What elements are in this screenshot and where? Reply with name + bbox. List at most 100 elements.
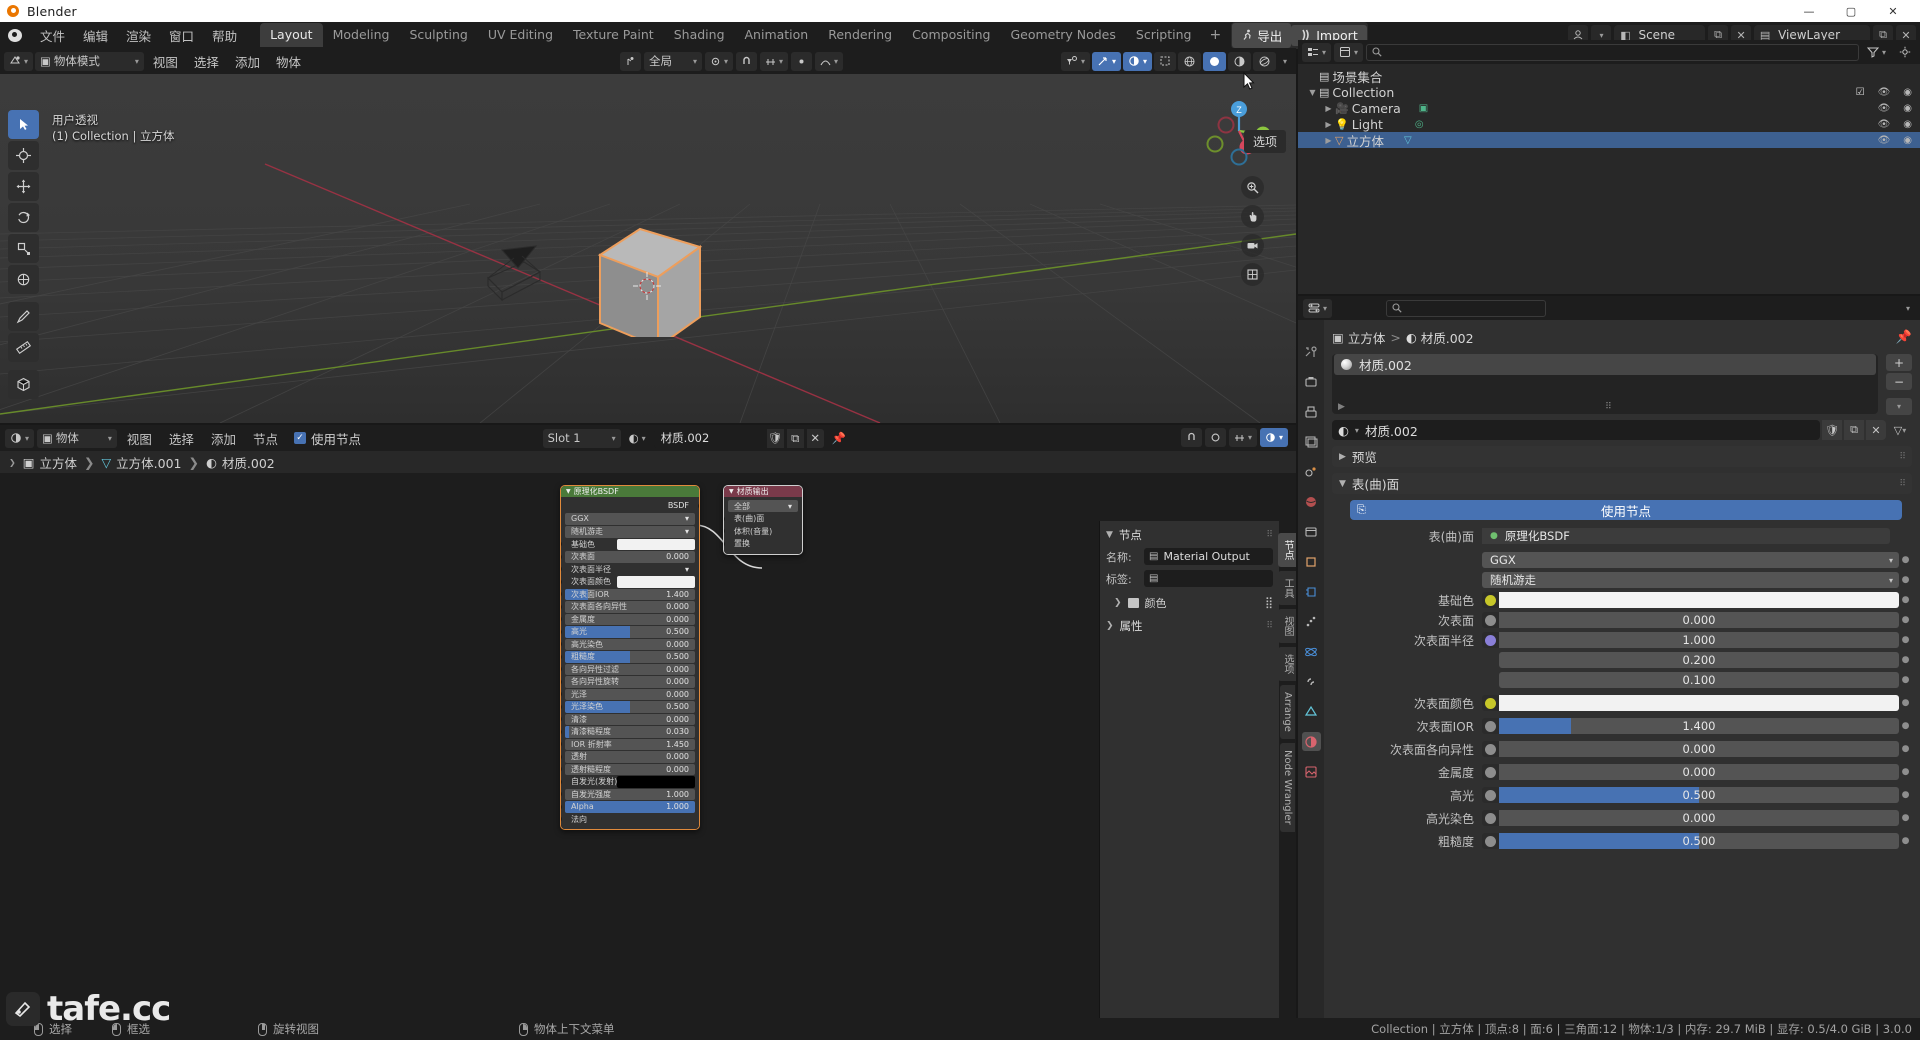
node-row-transmission-roughness[interactable]: 透射糙程度 0.000	[561, 763, 695, 775]
shading-rendered-button[interactable]	[1252, 51, 1276, 71]
node-row-ior[interactable]: IOR 折射率 1.450	[561, 738, 695, 750]
node-row-normal[interactable]: 法向	[561, 814, 695, 826]
node-row-subsurface-color[interactable]: 次表面颜色	[561, 576, 695, 588]
proportional-falloff-button[interactable]: ▾	[815, 51, 844, 71]
tool-cursor[interactable]	[8, 141, 39, 170]
tab-output[interactable]	[1302, 402, 1321, 421]
subsurface-color-swatch[interactable]	[1499, 695, 1899, 711]
panel-grip-icon[interactable]: ⠿	[1899, 479, 1906, 489]
subsurface-radius-x-field[interactable]: 1.000	[1499, 632, 1899, 648]
input-socket[interactable]	[561, 766, 562, 772]
editor-type-button-shader[interactable]: ▾	[5, 428, 35, 448]
node-row-sheen[interactable]: 光泽 0.000	[561, 688, 695, 700]
animate-decorator[interactable]: ●	[1899, 655, 1912, 665]
output-socket[interactable]	[698, 502, 699, 509]
animate-decorator[interactable]: ●	[1899, 675, 1912, 685]
menu-edit[interactable]: 编辑	[74, 24, 117, 47]
node-row-specular-tint[interactable]: 高光染色 0.000	[561, 638, 695, 650]
tab-scripting[interactable]: Scripting	[1126, 23, 1202, 47]
window-maximize-button[interactable]: ▢	[1830, 0, 1872, 22]
side-tab-node-wrangler[interactable]: Node Wrangler	[1280, 742, 1295, 832]
node-row-anisotropic-rotation[interactable]: 各向异性旋转 0.000	[561, 676, 695, 688]
input-socket[interactable]	[561, 641, 562, 647]
outliner-row-light[interactable]: ▶ 💡 Light ◎ 👁 ◉	[1298, 116, 1920, 132]
editor-type-button-outliner[interactable]: ▾	[1302, 42, 1332, 62]
input-socket[interactable]	[561, 816, 562, 822]
input-socket[interactable]	[561, 566, 562, 572]
input-socket[interactable]	[724, 528, 725, 534]
subsurface-radius-y-field[interactable]: 0.200	[1499, 652, 1899, 668]
material-browse-icon[interactable]: ◐ ▾	[624, 429, 651, 448]
slot-grip-icon[interactable]: ⠿	[1605, 402, 1612, 412]
outliner-display-mode[interactable]: ▾	[1334, 42, 1364, 62]
socket-indicator[interactable]	[1482, 764, 1499, 780]
outliner-expander[interactable]: ▶	[1322, 136, 1335, 145]
unlink-material-button[interactable]: ✕	[1866, 420, 1886, 440]
tab-collection[interactable]	[1302, 522, 1321, 541]
node-row-subsurface-anisotropy[interactable]: 次表面各向异性 0.000	[561, 601, 695, 613]
panel-surface[interactable]: ▼ 表(曲)面 ⠿	[1332, 473, 1912, 494]
add-material-slot-button[interactable]: +	[1886, 354, 1912, 371]
tool-rotate[interactable]	[8, 203, 39, 232]
camera-icon[interactable]: ◉	[1903, 119, 1912, 130]
panel-preview[interactable]: ▶ 预览 ⠿	[1332, 446, 1912, 467]
animate-decorator[interactable]: ●	[1899, 744, 1912, 754]
socket-indicator[interactable]	[1482, 741, 1499, 757]
shader-menu-node[interactable]: 节点	[246, 429, 285, 448]
tab-world[interactable]	[1302, 492, 1321, 511]
camera-icon[interactable]: ◉	[1903, 103, 1912, 114]
tab-geometry-nodes[interactable]: Geometry Nodes	[1000, 23, 1125, 47]
tool-select-box[interactable]	[8, 110, 39, 139]
roughness-field[interactable]: 0.500	[1499, 833, 1899, 849]
breadcrumb-mesh[interactable]: ▽ 立方体.001	[102, 453, 182, 472]
node-material-output[interactable]: ▼ 材质输出 全部 ▾ 表(曲)面 体积(音量) 置换	[723, 485, 803, 555]
node-row-clearcoat-roughness[interactable]: 清漆糙程度 0.030	[561, 726, 695, 738]
breadcrumb-material[interactable]: ◐ 材质.002	[1406, 328, 1474, 347]
properties-search-input[interactable]	[1386, 299, 1547, 317]
shader-node-canvas[interactable]: ▼ 原理化BSDF BSDF GGX ▾ 随机游走 ▾ 基础色 次表面 0.00…	[0, 473, 1296, 1018]
breadcrumb-object[interactable]: ▣ 立方体	[23, 453, 77, 472]
input-socket[interactable]	[561, 703, 562, 710]
properties-editor[interactable]: ▾ ▾ ▣ 立方体 > ◐ 材质.002 📌 材质.002 ▶ ⠿ + − ▾ …	[1298, 296, 1920, 1018]
node-row-transmission[interactable]: 透射 0.000	[561, 751, 695, 763]
animate-decorator[interactable]: ●	[1899, 813, 1912, 823]
outliner-row-cube[interactable]: ▶ ▽ 立方体 ▽ 👁 ◉	[1298, 132, 1920, 149]
tab-physics[interactable]	[1302, 642, 1321, 661]
camera-view-icon[interactable]	[1241, 234, 1264, 257]
node-row-subsurface[interactable]: 次表面 0.000	[561, 551, 695, 563]
material-slot-selector[interactable]: Slot 1 ▾	[542, 428, 621, 448]
animate-decorator[interactable]: ●	[1899, 836, 1912, 846]
tab-uv-editing[interactable]: UV Editing	[478, 23, 563, 47]
breadcrumb-material[interactable]: ◐ 材质.002	[206, 453, 275, 472]
input-socket[interactable]	[561, 728, 562, 735]
tab-constraints[interactable]	[1302, 672, 1321, 691]
input-socket[interactable]	[724, 540, 725, 547]
transform-orientation-selector[interactable]: 全局 ▾	[643, 51, 702, 71]
animate-decorator[interactable]: ●	[1899, 698, 1912, 708]
menu-window[interactable]: 窗口	[160, 24, 203, 47]
eye-icon[interactable]: 👁	[1878, 119, 1891, 130]
input-socket[interactable]	[561, 753, 562, 760]
tab-tool[interactable]	[1302, 342, 1321, 361]
zoom-view-icon[interactable]	[1241, 176, 1264, 199]
visibility-filter-button[interactable]: ▾	[1060, 51, 1090, 71]
input-socket[interactable]	[561, 791, 562, 797]
node-header[interactable]: ▼ 材质输出	[724, 486, 802, 497]
base-color-swatch[interactable]	[1499, 592, 1899, 608]
node-attributes-panel-header[interactable]: ❯ 属性 ⠿	[1106, 616, 1273, 635]
properties-options-button[interactable]: ▾	[1901, 299, 1915, 318]
animate-decorator[interactable]: ●	[1899, 721, 1912, 731]
tool-add-cube[interactable]	[8, 370, 39, 399]
material-browse-icon[interactable]: ◐	[1338, 423, 1349, 438]
overlays-toggle-button[interactable]: ▾	[1122, 51, 1152, 71]
camera-icon[interactable]: ◉	[1903, 135, 1912, 146]
node-row-specular[interactable]: 高光 0.500	[561, 626, 695, 638]
shader-type-selector[interactable]: ▣ 物体 ▾	[37, 428, 117, 448]
list-menu-icon[interactable]: ⣿	[1265, 596, 1273, 609]
outliner-row-scene-collection[interactable]: ▤ 场景集合	[1298, 68, 1920, 85]
outliner-filter-button[interactable]: ▾	[1862, 43, 1891, 62]
tab-render[interactable]	[1302, 372, 1321, 391]
socket-indicator[interactable]	[1482, 787, 1499, 803]
socket-indicator[interactable]	[1482, 632, 1499, 648]
tab-animation[interactable]: Animation	[735, 23, 819, 47]
